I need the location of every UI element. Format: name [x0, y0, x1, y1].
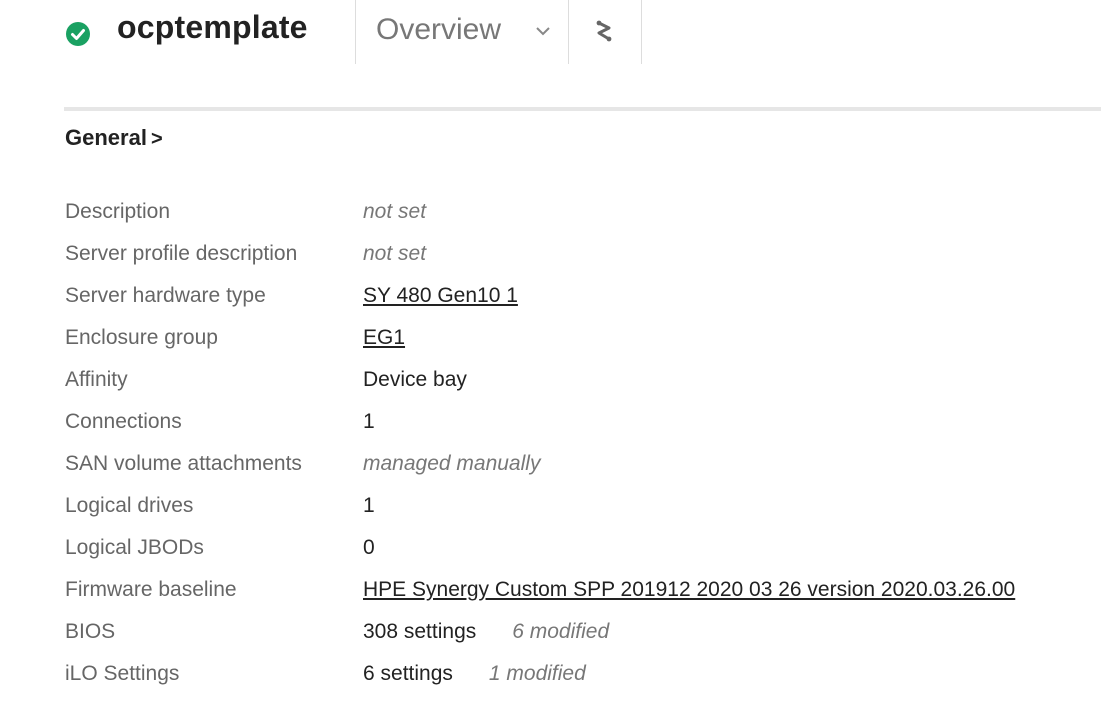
- section-arrow: >: [150, 128, 163, 150]
- property-row-server-profile-description: Server profile description not set: [0, 234, 1101, 276]
- property-label: Firmware baseline: [65, 578, 237, 601]
- property-value: managed manually: [363, 452, 541, 475]
- property-value: not set: [363, 242, 427, 265]
- enclosure-group-link[interactable]: EG1: [363, 326, 405, 350]
- property-value: 6 settings: [363, 662, 453, 685]
- property-row-enclosure-group: Enclosure group EG1: [0, 318, 1101, 360]
- property-row-ilo-settings: iLO Settings 6 settings 1 modified: [0, 654, 1101, 696]
- property-row-firmware-baseline: Firmware baseline HPE Synergy Custom SPP…: [0, 570, 1101, 612]
- page-header: ocptemplate Overview: [0, 0, 1101, 64]
- server-hardware-type-link[interactable]: SY 480 Gen10 1: [363, 284, 518, 308]
- property-value: 1: [363, 410, 375, 433]
- property-row-affinity: Affinity Device bay: [0, 360, 1101, 402]
- property-label: Affinity: [65, 368, 128, 391]
- map-icon: [596, 20, 612, 42]
- chevron-down-icon: [536, 27, 550, 36]
- property-label: BIOS: [65, 620, 116, 643]
- section-title-general[interactable]: General >: [65, 125, 163, 151]
- property-label: SAN volume attachments: [65, 452, 302, 475]
- property-value: 0: [363, 536, 375, 559]
- property-row-description: Description not set: [0, 192, 1101, 234]
- property-label: Logical drives: [65, 494, 194, 517]
- property-label: iLO Settings: [65, 662, 180, 685]
- check-circle-icon: [66, 22, 90, 46]
- section-divider: [64, 107, 1101, 111]
- property-value-group: 308 settings 6 modified: [363, 620, 609, 644]
- property-label: Connections: [65, 410, 182, 433]
- property-value: 308 settings: [363, 620, 477, 643]
- property-row-server-hardware-type: Server hardware type SY 480 Gen10 1: [0, 276, 1101, 318]
- property-label: Server profile description: [65, 242, 298, 265]
- section-title-label: General: [65, 125, 147, 150]
- property-value-group: 6 settings 1 modified: [363, 662, 586, 686]
- property-label: Server hardware type: [65, 284, 266, 307]
- firmware-baseline-link[interactable]: HPE Synergy Custom SPP 201912 2020 03 26…: [363, 578, 1015, 602]
- property-label: Logical JBODs: [65, 536, 204, 559]
- property-row-logical-jbods: Logical JBODs 0: [0, 528, 1101, 570]
- property-label: Description: [65, 200, 171, 223]
- modified-count: 1 modified: [488, 662, 586, 685]
- modified-count: 6 modified: [512, 620, 610, 643]
- map-button[interactable]: [569, 0, 642, 64]
- view-selector[interactable]: Overview: [355, 0, 569, 64]
- property-value: not set: [363, 200, 427, 223]
- property-row-connections: Connections 1: [0, 402, 1101, 444]
- page-title: ocptemplate: [117, 9, 308, 45]
- property-row-logical-drives: Logical drives 1: [0, 486, 1101, 528]
- property-label: Enclosure group: [65, 326, 218, 349]
- view-selector-label: Overview: [376, 13, 502, 46]
- property-value: Device bay: [363, 368, 467, 391]
- property-row-san-volume-attachments: SAN volume attachments managed manually: [0, 444, 1101, 486]
- property-value: 1: [363, 494, 375, 517]
- property-row-bios: BIOS 308 settings 6 modified: [0, 612, 1101, 654]
